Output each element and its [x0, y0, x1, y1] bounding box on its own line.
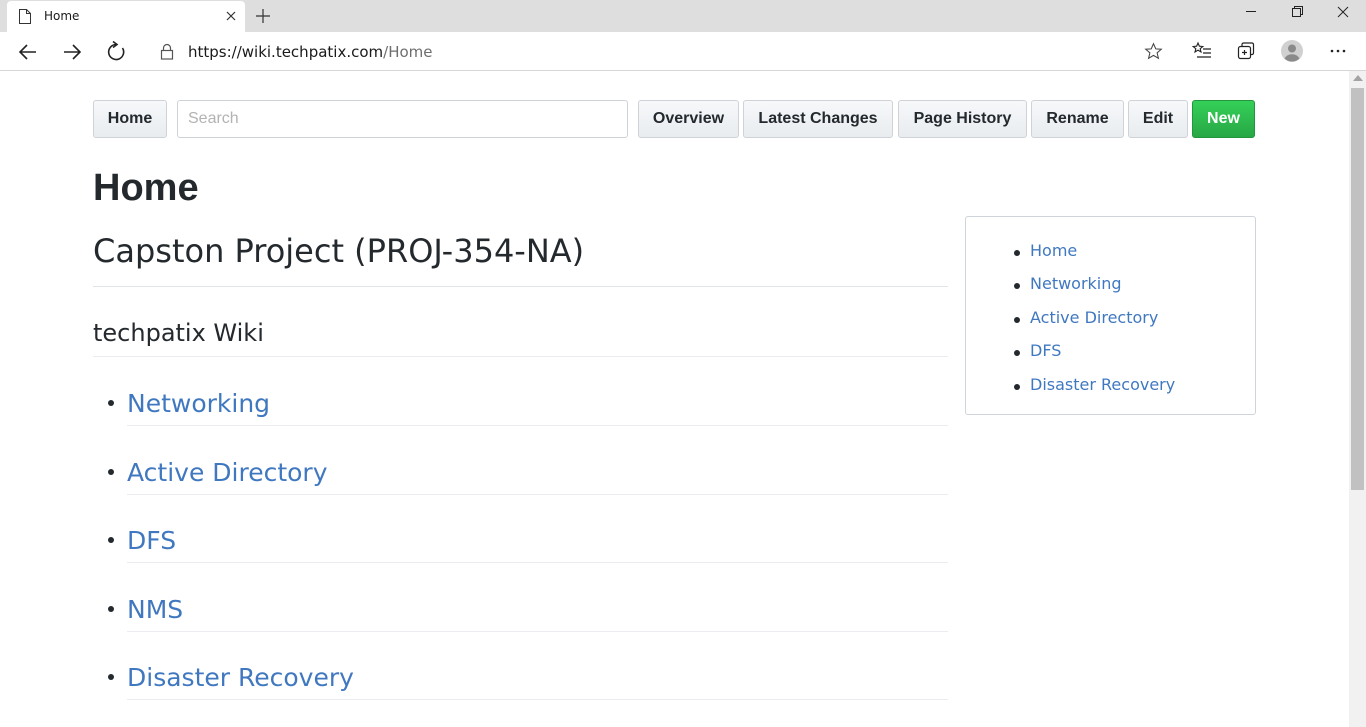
bullet — [108, 537, 114, 544]
link-active-directory[interactable]: Active Directory — [127, 436, 948, 495]
close-window-icon[interactable] — [1320, 0, 1366, 28]
toc-list: Home Networking Active Directory DFS Dis… — [1014, 239, 1175, 406]
bullet — [1014, 316, 1020, 323]
back-arrow-icon[interactable] — [15, 39, 41, 65]
address-bar[interactable]: https://wiki.techpatix.com/Home — [145, 36, 1175, 67]
link-disaster-recovery[interactable]: Disaster Recovery — [127, 641, 948, 701]
forward-arrow-icon[interactable] — [59, 39, 85, 65]
bullet — [108, 400, 114, 406]
wiki-subheading: techpatix Wiki — [93, 318, 948, 357]
home-button[interactable]: Home — [93, 100, 167, 138]
link-nms[interactable]: NMS — [127, 573, 948, 632]
url-text[interactable]: https://wiki.techpatix.com/Home — [188, 43, 433, 61]
edit-button[interactable]: Edit — [1128, 100, 1188, 138]
list-item: NMS — [93, 573, 948, 642]
list-item: Disaster Recovery — [93, 641, 948, 710]
new-page-button[interactable]: New — [1192, 100, 1255, 138]
overview-button[interactable]: Overview — [638, 100, 739, 138]
wiki-content: Capston Project (PROJ-354-NA) techpatix … — [93, 231, 948, 710]
bullet — [1014, 283, 1020, 290]
browser-toolbar: https://wiki.techpatix.com/Home — [0, 32, 1366, 71]
bullet — [108, 605, 114, 612]
latest-changes-button[interactable]: Latest Changes — [743, 100, 893, 138]
sidebar-toc: Home Networking Active Directory DFS Dis… — [965, 216, 1256, 415]
toc-link-home[interactable]: Home — [1030, 241, 1077, 260]
bullet — [108, 468, 114, 475]
page-viewport: Home Overview Latest Changes Page Histor… — [0, 71, 1366, 727]
link-networking[interactable]: Networking — [127, 367, 948, 426]
page-title: Home — [93, 167, 199, 209]
link-dfs[interactable]: DFS — [127, 504, 948, 564]
toc-link-networking[interactable]: Networking — [1030, 274, 1122, 293]
scroll-up-arrow-icon[interactable] — [1353, 75, 1363, 81]
list-item: Networking — [93, 367, 948, 436]
restore-icon[interactable] — [1274, 0, 1320, 28]
wiki-link-list: Networking Active Directory DFS NMS Disa… — [93, 367, 948, 710]
rename-button[interactable]: Rename — [1031, 100, 1124, 138]
bullet — [1014, 383, 1020, 390]
url-path: /Home — [383, 43, 433, 61]
list-item: DFS — [93, 504, 948, 573]
more-menu-icon[interactable] — [1327, 40, 1349, 62]
page-history-button[interactable]: Page History — [898, 100, 1027, 138]
lock-icon — [160, 43, 174, 60]
list-item: Active Directory — [93, 436, 948, 505]
toc-link-dfs[interactable]: DFS — [1030, 341, 1061, 360]
profile-avatar-icon[interactable] — [1280, 39, 1304, 63]
reload-icon[interactable] — [103, 39, 129, 65]
toc-item: DFS — [1014, 339, 1175, 372]
browser-tab[interactable]: Home — [7, 1, 245, 32]
toc-link-active-directory[interactable]: Active Directory — [1030, 308, 1158, 327]
bullet — [1014, 250, 1020, 256]
collections-icon[interactable] — [1235, 40, 1257, 62]
toc-link-disaster-recovery[interactable]: Disaster Recovery — [1030, 375, 1175, 394]
favorites-list-icon[interactable] — [1191, 40, 1213, 62]
url-host: https://wiki.techpatix.com — [188, 43, 384, 61]
scrollbar-thumb[interactable] — [1351, 88, 1364, 490]
bullet — [1014, 350, 1020, 357]
close-tab-icon[interactable] — [223, 8, 239, 24]
toc-item: Networking — [1014, 272, 1175, 305]
vertical-scrollbar[interactable] — [1349, 71, 1366, 727]
favorite-star-icon[interactable] — [1144, 42, 1163, 61]
toc-item: Home — [1014, 239, 1175, 272]
browser-tab-strip: Home — [0, 0, 1366, 32]
toc-item: Disaster Recovery — [1014, 373, 1175, 406]
new-tab-icon[interactable] — [253, 6, 273, 26]
toc-item: Active Directory — [1014, 306, 1175, 339]
bullet — [108, 674, 114, 681]
project-heading: Capston Project (PROJ-354-NA) — [93, 231, 948, 287]
tab-title: Home — [44, 9, 80, 23]
page-icon — [19, 9, 31, 24]
minimize-icon[interactable] — [1228, 0, 1274, 28]
search-input[interactable] — [177, 100, 628, 138]
